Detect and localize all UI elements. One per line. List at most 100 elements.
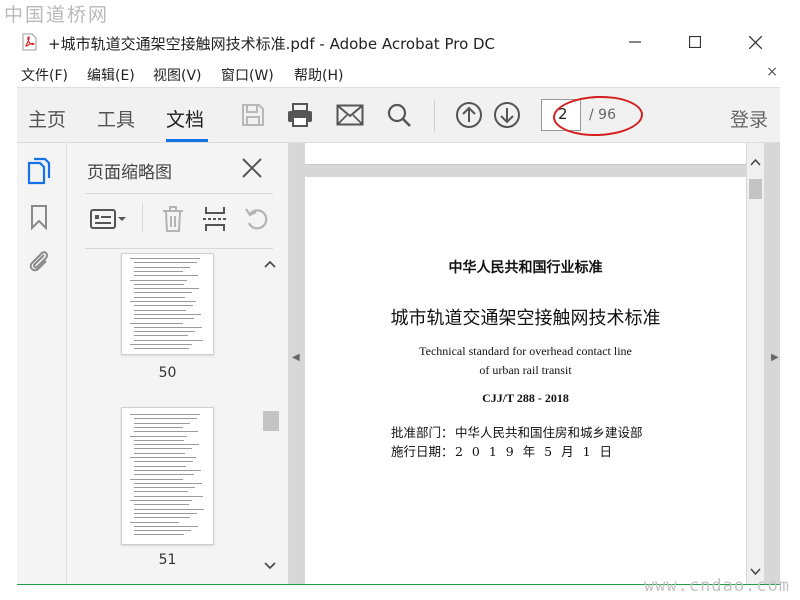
mail-icon bbox=[336, 104, 364, 126]
thumbnail-text-line bbox=[134, 534, 184, 536]
toolbar-separator bbox=[434, 100, 435, 132]
menu-file[interactable]: 文件(F) bbox=[21, 65, 68, 85]
tab-document[interactable]: 文档 bbox=[166, 105, 204, 132]
document-title-en-line2: of urban rail transit bbox=[479, 363, 572, 377]
delete-page-button[interactable] bbox=[159, 205, 187, 233]
standard-code: CJJ/T 288 - 2018 bbox=[482, 391, 569, 405]
bookmark-icon bbox=[31, 205, 47, 230]
login-button[interactable]: 登录 bbox=[730, 105, 768, 132]
thumbnail-text-line bbox=[130, 322, 183, 324]
maximize-button[interactable] bbox=[672, 28, 718, 56]
close-icon bbox=[748, 35, 762, 49]
thumbnail-text-line bbox=[134, 418, 197, 420]
active-tab-indicator bbox=[166, 139, 208, 142]
date-label: 施行日期： bbox=[391, 444, 454, 459]
thumbnail-text-line bbox=[134, 305, 193, 307]
thumbnail-text-line bbox=[134, 517, 190, 519]
tab-tools[interactable]: 工具 bbox=[97, 105, 135, 132]
thumbnail-text-line bbox=[130, 457, 196, 458]
panel-title: 页面缩略图 bbox=[87, 163, 172, 183]
standard-header: 中华人民共和国行业标准 bbox=[448, 260, 603, 276]
thumbnail-text-line bbox=[130, 301, 196, 302]
thumbnail-text-line bbox=[134, 262, 197, 264]
thumbnail-options-button[interactable] bbox=[89, 205, 129, 233]
menu-edit[interactable]: 编辑(E) bbox=[87, 65, 135, 85]
menu-help[interactable]: 帮助(H) bbox=[294, 65, 343, 85]
rotate-page-button[interactable] bbox=[243, 205, 271, 233]
watermark-top: 中国道桥网 bbox=[4, 4, 110, 26]
thumbnail-text-line bbox=[130, 279, 187, 281]
title-bar: +城市轨道交通架空接触网技术标准.pdf - Adobe Acrobat Pro… bbox=[0, 26, 800, 58]
document-scrollbar[interactable] bbox=[747, 143, 764, 584]
scroll-up-icon[interactable] bbox=[749, 157, 762, 167]
main-toolbar: 主页 工具 文档 2 / 96 登录 bbox=[17, 87, 780, 143]
window-title: +城市轨道交通架空接触网技术标准.pdf - Adobe Acrobat Pro… bbox=[48, 35, 496, 53]
thumbnail-text-line bbox=[134, 469, 201, 471]
minimize-button[interactable] bbox=[612, 28, 658, 56]
pdf-file-icon bbox=[22, 33, 37, 51]
document-title-en-line1: Technical standard for overhead contact … bbox=[419, 344, 632, 358]
approval-value: 中华人民共和国住房和城乡建设部 bbox=[455, 425, 643, 440]
thumbnail-text-line bbox=[130, 414, 200, 415]
page-thumbnails-panel: 页面缩略图 50 51 bbox=[67, 143, 289, 584]
previous-page-button[interactable] bbox=[454, 100, 484, 130]
save-button[interactable] bbox=[238, 100, 268, 130]
page-thumbnails-button[interactable] bbox=[26, 157, 52, 185]
thumbnail-text-line bbox=[134, 309, 186, 311]
page-thumbnail-51[interactable] bbox=[121, 407, 214, 545]
menu-view[interactable]: 视图(V) bbox=[153, 65, 202, 85]
thumbnail-text-line bbox=[130, 521, 179, 523]
close-document-button[interactable]: × bbox=[766, 64, 778, 80]
tab-home[interactable]: 主页 bbox=[28, 105, 66, 132]
expand-right-pane-icon[interactable]: ▶ bbox=[771, 352, 779, 363]
thumbnail-text-line bbox=[134, 422, 190, 424]
thumbnail-text-line bbox=[134, 283, 184, 285]
thumbnail-text-line bbox=[134, 495, 203, 497]
thumbnail-text-line bbox=[134, 439, 184, 441]
thumbnail-text-line bbox=[134, 431, 198, 433]
thumbnail-text-line bbox=[134, 266, 190, 268]
thumbnail-text-line bbox=[134, 474, 194, 476]
search-button[interactable] bbox=[384, 100, 414, 130]
panel-divider bbox=[85, 193, 273, 194]
rotate-page-icon bbox=[245, 208, 268, 230]
scroll-up-icon[interactable] bbox=[263, 259, 277, 269]
bookmarks-button[interactable] bbox=[26, 203, 52, 231]
thumbnail-text-line bbox=[134, 444, 199, 446]
page-down-icon bbox=[494, 102, 520, 128]
thumbnail-text-line bbox=[134, 530, 191, 532]
print-button[interactable] bbox=[285, 100, 315, 130]
panel-scrollbar[interactable] bbox=[261, 255, 279, 583]
page-thumbnail-50[interactable] bbox=[121, 253, 214, 355]
thumbnail-text-line bbox=[134, 348, 189, 350]
insert-page-icon bbox=[203, 207, 227, 231]
thumbnail-text-line bbox=[134, 525, 198, 527]
thumbnail-text-line bbox=[134, 270, 183, 272]
thumbnail-text-line bbox=[134, 512, 197, 514]
print-icon bbox=[288, 103, 312, 127]
close-panel-button[interactable] bbox=[241, 157, 263, 179]
document-view[interactable]: ◀ ▶ 中华人民共和国行业标准 城市轨道交通架空接触网技术标准 Technica… bbox=[289, 143, 780, 584]
document-scrollbar-thumb[interactable] bbox=[749, 179, 762, 199]
scroll-down-icon[interactable] bbox=[263, 561, 277, 571]
thumbnail-text-line bbox=[134, 326, 202, 328]
close-icon bbox=[242, 158, 262, 178]
collapse-left-pane-icon[interactable]: ◀ bbox=[292, 352, 300, 363]
next-page-button[interactable] bbox=[492, 100, 522, 130]
save-icon bbox=[242, 104, 264, 126]
maximize-icon bbox=[689, 36, 701, 48]
mail-button[interactable] bbox=[335, 100, 365, 130]
thumbnail-label: 50 bbox=[158, 365, 177, 381]
menu-window[interactable]: 窗口(W) bbox=[221, 65, 274, 85]
thumbnail-text-line bbox=[134, 452, 185, 454]
thumbnail-text-line bbox=[134, 461, 193, 463]
close-window-button[interactable] bbox=[732, 28, 778, 56]
panel-scrollbar-thumb[interactable] bbox=[263, 411, 279, 431]
thumbnail-text-line bbox=[134, 275, 198, 277]
thumbnail-text-line bbox=[134, 448, 192, 450]
insert-page-button[interactable] bbox=[201, 205, 229, 233]
thumbnail-text-line bbox=[134, 292, 192, 294]
attachments-button[interactable] bbox=[26, 247, 52, 275]
watermark-bottom: www.cndao.com bbox=[643, 576, 790, 596]
search-icon bbox=[387, 103, 411, 127]
